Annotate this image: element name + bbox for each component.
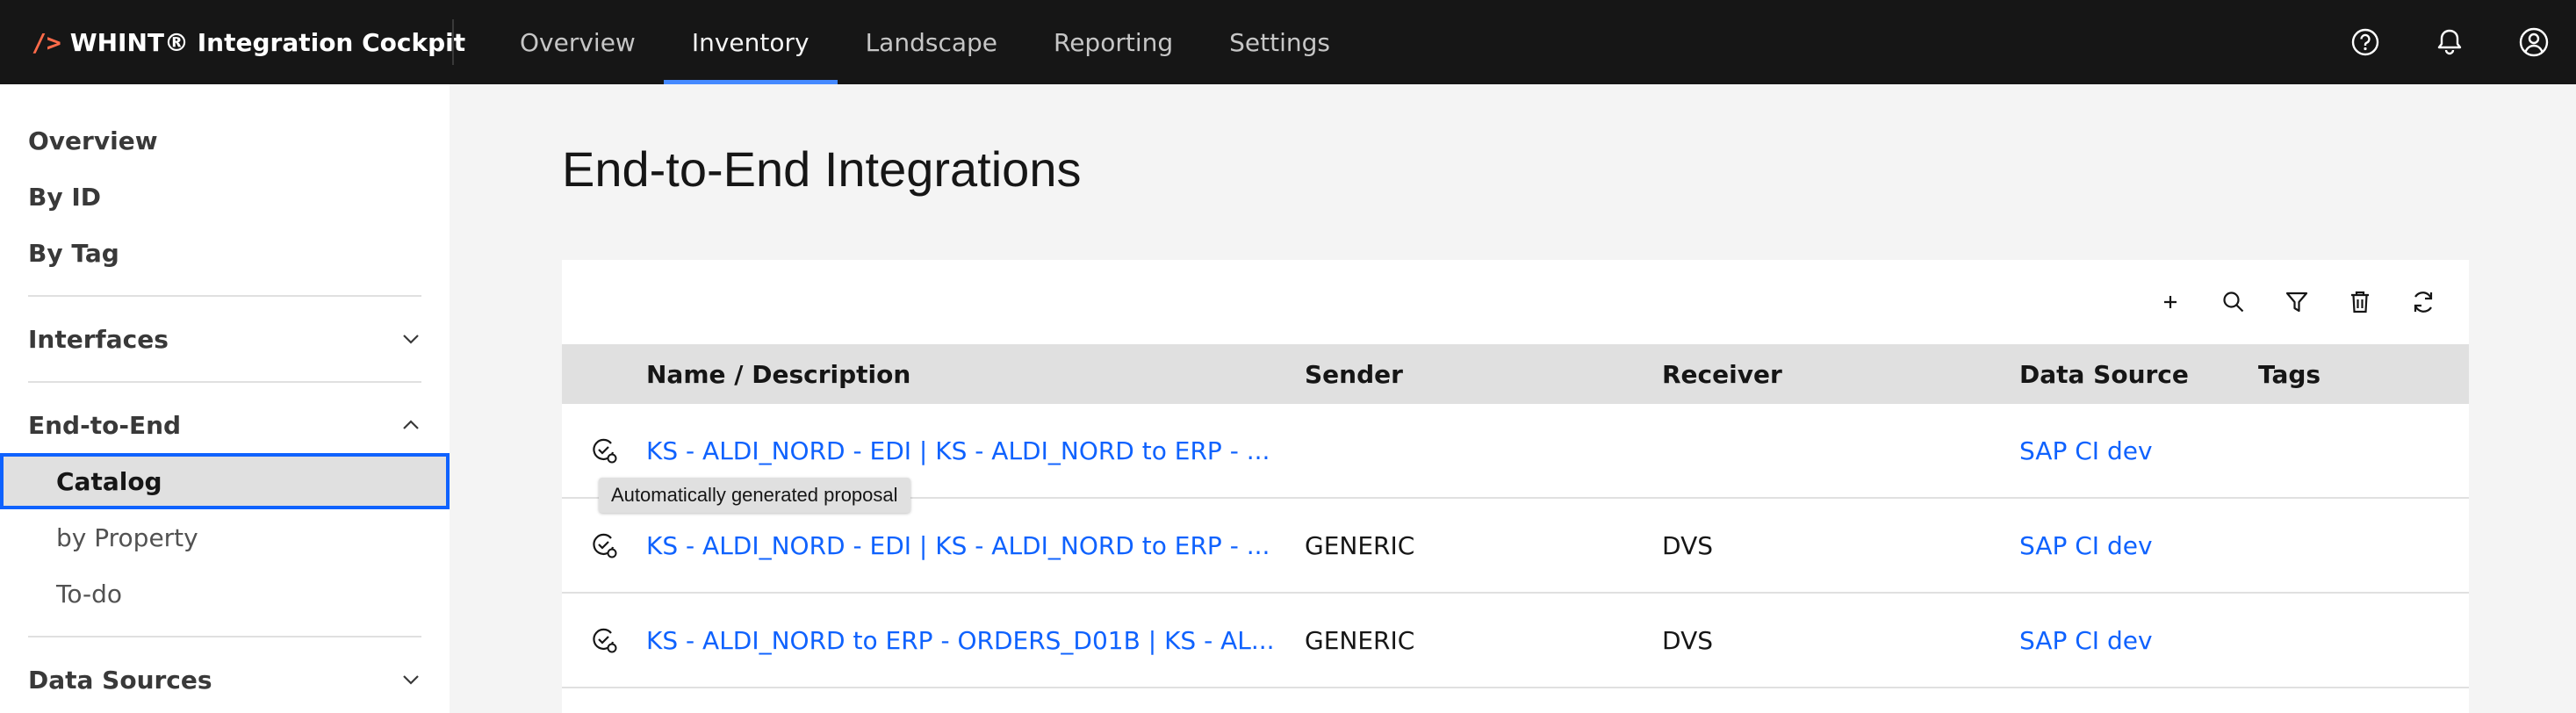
sidebar-item-by-tag[interactable]: By Tag [0,225,450,281]
row-sender: GENERIC [1305,625,1415,655]
table-row[interactable]: KS - ALDI_NORD to ERP - ORDERS_D01B | KS… [562,594,2469,688]
row-tags [2258,404,2451,497]
brand-logo[interactable]: /> WHINT® Integration Cockpit [32,0,465,84]
nav-reporting[interactable]: Reporting [1025,0,1201,84]
main-nav: Overview Inventory Landscape Reporting S… [492,0,1358,84]
row-tags [2258,594,2451,687]
row-receiver: DVS [1662,530,1713,560]
notification-icon[interactable] [2407,0,2492,84]
column-header-tags[interactable]: Tags [2258,344,2321,404]
column-header-receiver[interactable]: Receiver [1662,344,1782,404]
tooltip: Automatically generated proposal [599,478,910,513]
sidebar-item-catalog[interactable]: Catalog [0,453,450,509]
sidebar-item-overview[interactable]: Overview [0,112,450,169]
table-row[interactable]: KS - ALDI_NORD - EDI | KS - ALDI_NORD to… [562,499,2469,594]
header-divider [452,19,454,65]
refresh-button[interactable] [2392,270,2455,334]
search-icon [2223,292,2244,313]
sidebar-item-by-property[interactable]: by Property [0,509,450,565]
filter-button[interactable] [2265,270,2328,334]
sidebar-item-label: End-to-End [28,410,182,440]
add-button[interactable] [2139,270,2202,334]
top-header: /> WHINT® Integration Cockpit Overview I… [0,0,2576,84]
row-tags [2258,499,2451,592]
table-toolbar [2139,260,2469,344]
sidebar-divider [28,381,421,383]
row-data-source-link[interactable]: SAP CI dev [2019,499,2248,592]
chevron-down-icon [403,335,419,344]
sidebar-item-data-sources[interactable]: Data Sources [0,652,450,708]
row-receiver: DVS [1662,625,1713,655]
user-avatar-icon[interactable] [2492,0,2576,84]
table-header: Name / Description Sender Receiver Data … [562,344,2469,404]
sidebar-item-label: Interfaces [28,324,169,354]
row-sender [1305,404,1638,497]
brand-slash: /> [32,27,61,57]
delete-button[interactable] [2328,270,2392,334]
nav-landscape[interactable]: Landscape [838,0,1025,84]
nav-settings[interactable]: Settings [1201,0,1358,84]
add-icon [2164,296,2177,308]
column-header-data-source[interactable]: Data Source [2019,344,2189,404]
row-name-link[interactable]: KS - ALDI_NORD to ERP - ORDERS_D01B | KS… [646,594,1278,687]
proposal-status-icon[interactable] [590,531,618,559]
sidebar-item-end-to-end[interactable]: End-to-End [0,397,450,453]
chevron-down-icon [403,675,419,685]
sidebar-divider [28,636,421,637]
proposal-status-icon[interactable] [590,436,618,465]
nav-inventory[interactable]: Inventory [663,0,838,84]
filter-icon [2285,292,2308,313]
side-nav: Overview By ID By Tag Interfaces End-to-… [0,84,450,713]
refresh-icon [2414,292,2433,313]
row-data-source-link[interactable]: SAP CI dev [2019,594,2248,687]
sidebar-item-by-id[interactable]: By ID [0,169,450,225]
sidebar-divider [28,295,421,297]
search-button[interactable] [2202,270,2265,334]
brand-name: WHINT® Integration Cockpit [69,27,466,57]
column-header-name[interactable]: Name / Description [646,344,910,404]
delete-icon [2351,291,2369,313]
page-title: End-to-End Integrations [562,141,1082,197]
header-actions [2323,0,2576,84]
row-sender: GENERIC [1305,530,1415,560]
help-icon[interactable] [2323,0,2407,84]
sidebar-item-label: Data Sources [28,665,212,695]
column-header-sender[interactable]: Sender [1305,344,1403,404]
row-receiver [1662,404,1996,497]
sidebar-item-todo[interactable]: To-do [0,565,450,622]
chevron-up-icon [403,420,419,429]
nav-overview[interactable]: Overview [492,0,664,84]
proposal-status-icon[interactable] [590,626,618,654]
sidebar-item-interfaces[interactable]: Interfaces [0,311,450,367]
row-data-source-link[interactable]: SAP CI dev [2019,404,2248,497]
